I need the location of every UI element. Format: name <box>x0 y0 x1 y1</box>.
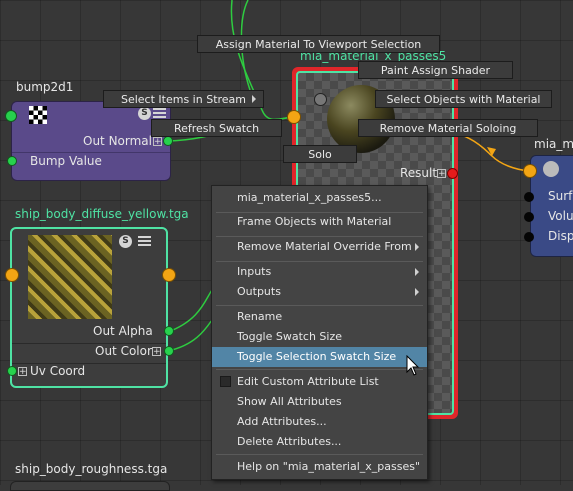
submenu-arrow-icon <box>415 268 419 276</box>
node-context-menu[interactable]: mia_material_x_passes5... Frame Objects … <box>211 185 428 480</box>
refresh-swatch-button[interactable]: Refresh Swatch <box>151 119 282 137</box>
out-normal-port[interactable] <box>163 136 173 146</box>
menu-toggle-swatch-size[interactable]: Toggle Swatch Size <box>212 327 427 347</box>
right-node-title: mia_m <box>534 137 573 151</box>
bump-value-label: Bump Value <box>30 154 102 168</box>
bump-texture-icon <box>29 106 47 124</box>
out-color-label: Out Color <box>95 344 152 358</box>
out-alpha-port[interactable] <box>164 326 174 336</box>
uv-coord-port[interactable] <box>7 366 17 376</box>
right-node-input-port[interactable] <box>523 164 537 178</box>
menu-help[interactable]: Help on "mia_material_x_passes" <box>212 457 427 477</box>
swatch-icon[interactable]: S <box>119 235 132 248</box>
swatch-icon[interactable]: S <box>138 107 151 120</box>
diffuse-node-title: ship_body_diffuse_yellow.tga <box>15 207 189 221</box>
volume-attr-label: Volu <box>548 209 573 223</box>
submenu-arrow-icon <box>415 243 419 251</box>
material-port[interactable] <box>314 93 327 106</box>
submenu-arrow-icon <box>415 288 419 296</box>
menu-header: mia_material_x_passes5... <box>237 191 382 204</box>
menu-item-label: Outputs <box>237 285 281 298</box>
surface-attr-label: Surfa <box>548 189 573 203</box>
menu-toggle-selection-swatch-size[interactable]: Toggle Selection Swatch Size <box>212 347 427 367</box>
expand-plus-icon[interactable]: + <box>153 137 162 147</box>
expand-plus-icon[interactable]: + <box>437 169 446 179</box>
submenu-arrow-icon <box>252 95 256 103</box>
out-alpha-label: Out Alpha <box>93 324 153 338</box>
menu-item-label: Inputs <box>237 265 272 278</box>
out-normal-label: Out Normal <box>83 134 152 148</box>
checkbox-icon[interactable] <box>220 376 231 387</box>
attribute-list-icon[interactable] <box>138 236 151 248</box>
out-color-port[interactable] <box>164 346 174 356</box>
mouse-cursor-icon <box>406 355 420 376</box>
bump-input-port[interactable] <box>5 110 17 122</box>
menu-outputs[interactable]: Outputs <box>212 282 427 302</box>
menu-inputs[interactable]: Inputs <box>212 262 427 282</box>
roughness-node[interactable] <box>10 481 170 491</box>
result-port[interactable] <box>447 168 458 179</box>
menu-delete-attributes[interactable]: Delete Attributes... <box>212 432 427 452</box>
result-label: Result <box>400 166 438 180</box>
paint-assign-shader-button[interactable]: Paint Assign Shader <box>358 61 513 79</box>
assign-material-button[interactable]: Assign Material To Viewport Selection <box>197 35 440 53</box>
menu-remove-material-override[interactable]: Remove Material Override From <box>212 237 427 257</box>
diffuse-output-port[interactable] <box>162 268 176 282</box>
surface-port[interactable] <box>524 192 534 202</box>
menu-frame-objects[interactable]: Frame Objects with Material <box>212 212 427 232</box>
solo-button[interactable]: Solo <box>283 145 357 163</box>
diffuse-texture-thumbnail <box>28 235 112 319</box>
uv-coord-label: Uv Coord <box>30 364 86 378</box>
roughness-node-title: ship_body_roughness.tga <box>15 462 168 476</box>
select-objects-with-material-button[interactable]: Select Objects with Material <box>375 90 552 108</box>
menu-item-label: Remove Material Override From <box>237 240 412 253</box>
diffuse-input-port[interactable] <box>5 268 19 282</box>
material-input-port[interactable] <box>287 110 301 124</box>
displacement-port[interactable] <box>524 232 534 242</box>
material-icon <box>543 161 559 177</box>
menu-show-all-attributes[interactable]: Show All Attributes <box>212 392 427 412</box>
volume-port[interactable] <box>524 212 534 222</box>
menu-add-attributes[interactable]: Add Attributes... <box>212 412 427 432</box>
remove-material-soloing-button[interactable]: Remove Material Soloing <box>358 119 538 137</box>
select-items-in-stream-button[interactable]: Select Items in Stream <box>103 90 264 108</box>
bump-value-port[interactable] <box>7 156 17 166</box>
menu-item-label: Edit Custom Attribute List <box>237 375 379 388</box>
displacement-attr-label: Disp <box>548 229 573 243</box>
expand-plus-icon[interactable]: + <box>152 347 161 357</box>
bump-node-title: bump2d1 <box>16 80 74 94</box>
menu-rename[interactable]: Rename <box>212 307 427 327</box>
expand-plus-icon[interactable]: + <box>18 367 27 377</box>
menu-edit-custom-attribute-list[interactable]: Edit Custom Attribute List <box>212 372 427 392</box>
